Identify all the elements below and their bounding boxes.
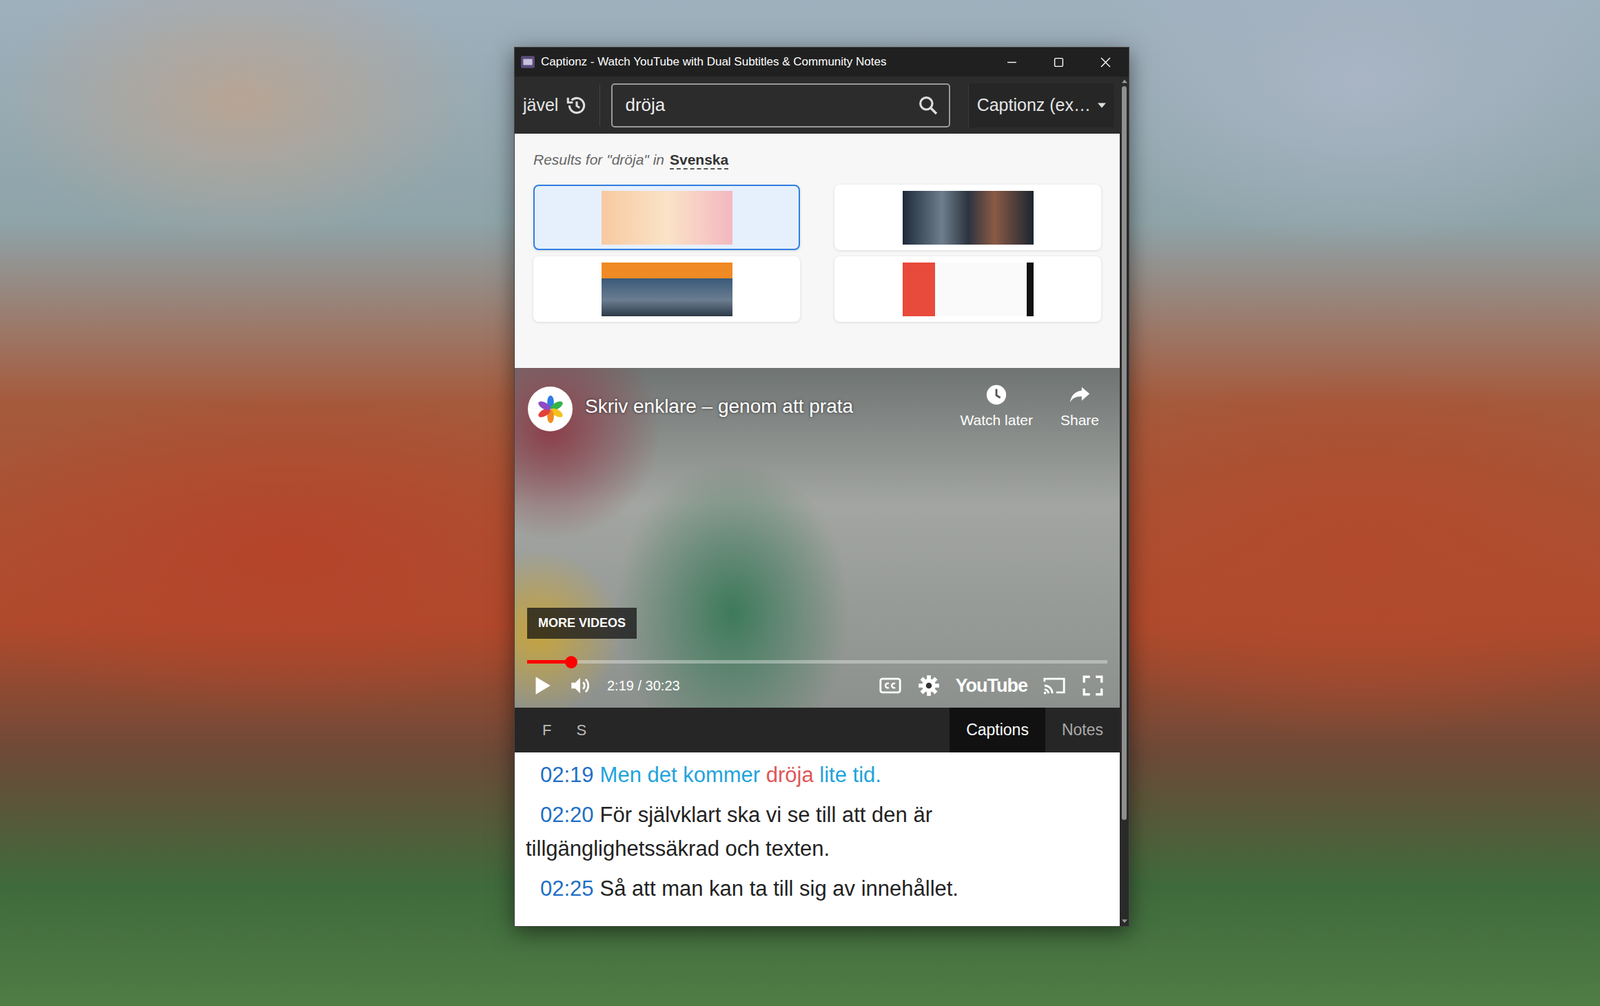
caption-line[interactable]: 02:19Men det kommer dröja lite tid. <box>525 757 1106 793</box>
result-thumbnail <box>601 262 733 317</box>
results-panel: Results for "dröja" inSvenska <box>514 133 1120 368</box>
caption-line[interactable]: 02:20För självklart ska vi se till att d… <box>525 797 1106 867</box>
video-time: 2:19 / 30:23 <box>607 678 681 694</box>
progress-bar[interactable] <box>527 660 1108 664</box>
caret-icon <box>1097 102 1106 109</box>
maximize-icon <box>1053 57 1064 68</box>
title-bar: Captionz - Watch YouTube with Dual Subti… <box>514 47 1129 77</box>
toolbar-divider <box>599 84 601 127</box>
caption-text: Så att man kan ta till sig av innehållet… <box>600 876 959 901</box>
channel-logo-icon[interactable] <box>527 386 573 432</box>
video-title[interactable]: Skriv enklare – genom att prata <box>585 395 854 418</box>
window-title: Captionz - Watch YouTube with Dual Subti… <box>540 55 989 69</box>
result-thumbnail <box>902 190 1034 245</box>
source-value: Captionz (ex… <box>977 95 1091 116</box>
font-size-button[interactable]: S <box>563 707 599 753</box>
fullscreen-icon[interactable] <box>1081 673 1105 698</box>
close-icon <box>1100 57 1111 68</box>
desktop: Captionz - Watch YouTube with Dual Subti… <box>0 0 1600 1006</box>
toolbar: jävel dröja Captionz (ex… <box>514 76 1120 134</box>
search-field[interactable]: dröja <box>611 83 950 128</box>
search-icon[interactable] <box>917 94 940 117</box>
video-player[interactable]: Skriv enklare – genom att prata Watch lat… <box>514 367 1120 708</box>
font-size-button[interactable]: F <box>529 707 564 753</box>
source-dropdown[interactable]: Captionz (ex… <box>968 83 1115 128</box>
scroll-down-icon[interactable] <box>1121 919 1128 924</box>
caption-time[interactable]: 02:25 <box>540 876 594 901</box>
maximize-button[interactable] <box>1034 47 1082 77</box>
minimize-icon <box>1006 57 1018 68</box>
captions-icon[interactable] <box>878 673 902 698</box>
cast-icon[interactable] <box>1042 673 1066 698</box>
play-icon[interactable] <box>529 673 554 698</box>
window-scrollbar[interactable] <box>1119 76 1129 927</box>
caption-text: dröja <box>766 762 814 787</box>
result-thumbnail <box>902 262 1034 317</box>
result-card[interactable] <box>834 184 1102 251</box>
recent-word[interactable]: jävel <box>522 95 559 116</box>
caption-time[interactable]: 02:19 <box>540 762 594 787</box>
player-controls: 2:19 / 30:23 YouTube <box>529 669 1105 703</box>
app-icon <box>520 54 536 70</box>
minimize-button[interactable] <box>988 47 1035 77</box>
results-header: Results for "dröja" inSvenska <box>533 151 1102 170</box>
youtube-logo[interactable]: YouTube <box>955 675 1028 697</box>
result-card[interactable] <box>533 256 800 322</box>
scroll-up-icon[interactable] <box>1121 79 1128 84</box>
scrollbar-thumb[interactable] <box>1121 86 1127 820</box>
watch-later-button[interactable]: Watch later <box>960 383 1033 429</box>
caption-line[interactable]: 02:25Så att man kan ta till sig av inneh… <box>525 871 1106 907</box>
share-button[interactable]: Share <box>1060 383 1100 429</box>
caption-text: lite tid. <box>813 762 882 787</box>
panel-tab[interactable]: Captions <box>949 707 1046 753</box>
close-button[interactable] <box>1081 47 1129 77</box>
more-videos-button[interactable]: MORE VIDEOS <box>527 607 637 639</box>
settings-gear-icon[interactable] <box>917 673 941 698</box>
clock-icon <box>984 383 1009 407</box>
panel-tab-bar: FS CaptionsNotes <box>514 707 1120 753</box>
caption-text: Men det kommer <box>600 762 767 787</box>
progress-handle[interactable] <box>565 655 578 669</box>
volume-icon[interactable] <box>568 673 592 698</box>
history-icon[interactable] <box>565 93 589 118</box>
language-selector[interactable]: Svenska <box>669 151 729 170</box>
app-window: Captionz - Watch YouTube with Dual Subti… <box>514 46 1130 927</box>
result-thumbnail <box>601 190 733 245</box>
result-card[interactable] <box>533 184 800 251</box>
panel-tab[interactable]: Notes <box>1045 707 1120 753</box>
caption-time[interactable]: 02:20 <box>540 802 594 827</box>
captions-list: 02:19Men det kommer dröja lite tid. 02:20… <box>514 752 1120 927</box>
share-icon <box>1068 383 1092 407</box>
result-card[interactable] <box>834 256 1102 322</box>
search-value[interactable]: dröja <box>624 94 917 116</box>
